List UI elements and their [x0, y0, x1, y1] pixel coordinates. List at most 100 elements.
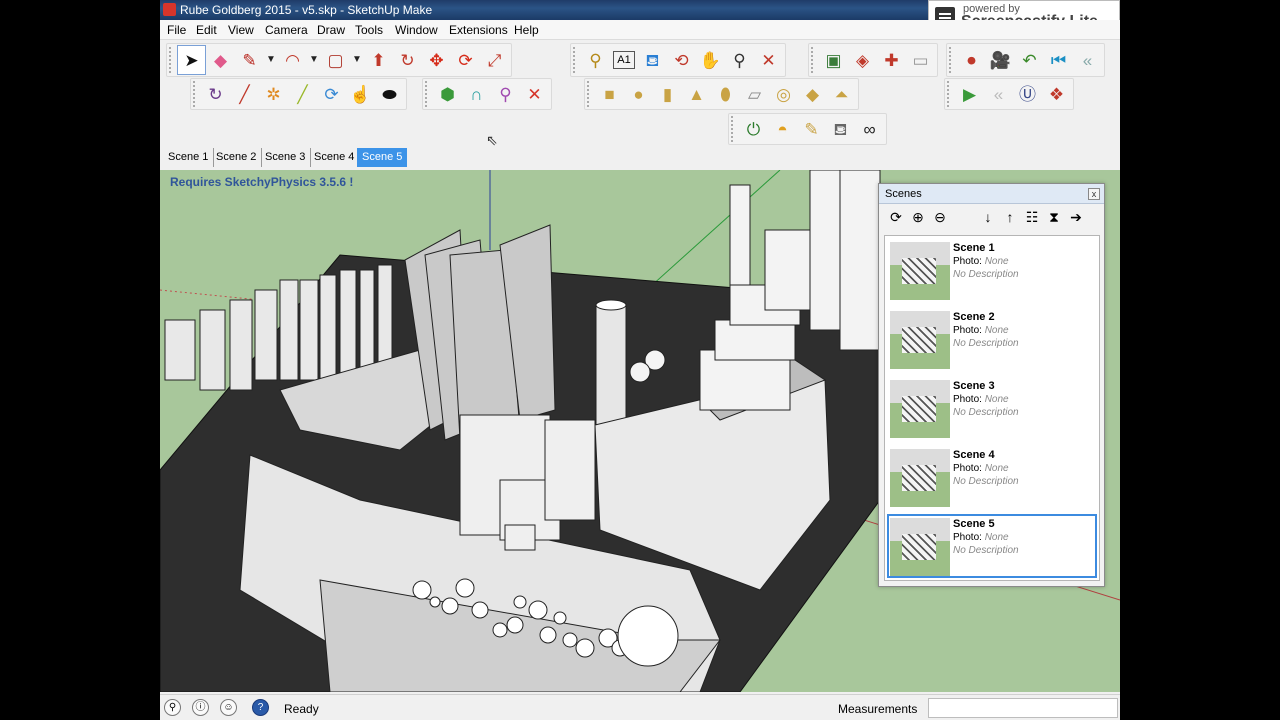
line-dropdown-icon[interactable]: ▼ — [264, 45, 278, 75]
push-pull-tool-icon[interactable]: ⬆ — [364, 45, 393, 75]
box-shape-icon[interactable]: ■ — [595, 79, 624, 109]
wedge-shape-icon[interactable]: ◆ — [798, 79, 827, 109]
scene-item-4[interactable]: Scene 4 Photo: None No Description — [887, 445, 1097, 509]
view-options-icon[interactable]: ☷ — [1021, 209, 1043, 226]
text-tool-icon[interactable]: A1 — [613, 51, 635, 69]
move-up-icon[interactable]: ↑ — [999, 209, 1021, 225]
previous-icon[interactable]: ⏮ — [1044, 45, 1073, 75]
playback-toolbar: ▶ « Ⓤ ❖ — [944, 78, 1074, 110]
dome-shape-icon[interactable]: ⏶ — [827, 79, 856, 109]
eraser-tool-icon[interactable]: ◆ — [206, 45, 235, 75]
physics-tools-toolbar: ⬢ ∩ ⚲ ✕ — [422, 78, 552, 110]
scene-item-1[interactable]: Scene 1 Photo: None No Description — [887, 238, 1097, 302]
rotate-tool-icon[interactable]: ⟳ — [451, 45, 480, 75]
cone-shape-icon[interactable]: ▲ — [682, 79, 711, 109]
line-tool-icon[interactable]: ✎ — [235, 45, 264, 75]
cylinder-shape-icon[interactable]: ▮ — [653, 79, 682, 109]
menu-edit[interactable]: Edit — [196, 23, 217, 37]
menu-file[interactable]: File — [167, 23, 186, 37]
move-tool-icon[interactable]: ✥ — [422, 45, 451, 75]
remove-scene-icon[interactable]: ⊖ — [929, 209, 951, 226]
menu-window[interactable]: Window — [395, 23, 438, 37]
zoom-tool-icon[interactable]: ⚲ — [725, 45, 754, 75]
refresh-icon[interactable]: ⟳ — [885, 209, 907, 226]
disconnect-icon[interactable]: ✕ — [520, 79, 549, 109]
paint-bucket-tool-icon[interactable]: ⛾ — [638, 45, 667, 75]
warehouse-icon[interactable]: ▣ — [819, 45, 848, 75]
move-down-icon[interactable]: ↓ — [977, 209, 999, 225]
plane-shape-icon[interactable]: ▱ — [740, 79, 769, 109]
close-icon[interactable]: x — [1088, 188, 1100, 200]
menu-camera[interactable]: Camera — [265, 23, 308, 37]
scenes-panel-title: Scenes — [885, 188, 922, 200]
menu-tools[interactable]: Tools — [355, 23, 383, 37]
sphere-shape-icon[interactable]: ● — [624, 79, 653, 109]
connect-icon[interactable]: ⚲ — [491, 79, 520, 109]
expand-icon[interactable]: ➔ — [1065, 209, 1087, 226]
follow-me-tool-icon[interactable]: ↻ — [393, 45, 422, 75]
power-icon[interactable]: ⏻ — [739, 114, 768, 144]
scene-item-3[interactable]: Scene 3 Photo: None No Description — [887, 376, 1097, 440]
arc-tool-icon[interactable]: ◠ — [278, 45, 307, 75]
select-tool-icon[interactable]: ➤ — [177, 45, 206, 75]
details-icon[interactable]: ⧗ — [1043, 209, 1065, 226]
user-icon[interactable]: ☺ — [220, 699, 237, 716]
menu-help[interactable]: Help — [514, 23, 539, 37]
add-scene-icon[interactable]: ⊕ — [907, 209, 929, 226]
zoom-extents-tool-icon[interactable]: ✕ — [754, 45, 783, 75]
rectangle-tool-icon[interactable]: ▢ — [321, 45, 350, 75]
photo-value: None — [984, 532, 1009, 543]
tape-measure-tool-icon[interactable]: ⚲ — [581, 45, 610, 75]
joint-piston-icon[interactable]: ╱ — [288, 79, 317, 109]
physics-settings-icon[interactable]: ❖ — [1042, 79, 1071, 109]
help-icon[interactable]: ? — [252, 699, 269, 716]
magnet-icon[interactable]: ∩ — [462, 79, 491, 109]
construction-toolbar: ⚲ A1 ⛾ ⟲ ✋ ⚲ ✕ — [570, 43, 786, 77]
scene-item-5[interactable]: Scene 5 Photo: None No Description — [887, 514, 1097, 578]
scale-tool-icon[interactable]: ⤢ — [480, 45, 509, 75]
joint-motor-icon[interactable]: ⟳ — [317, 79, 346, 109]
rewind-icon[interactable]: « — [1073, 45, 1102, 75]
pencil-icon[interactable]: ✎ — [797, 114, 826, 144]
tab-scene-3[interactable]: Scene 3 — [260, 148, 312, 167]
toolbar-grip — [425, 81, 429, 107]
model-viewport[interactable]: Requires SketchyPhysics 3.5.6 ! Scenes x… — [160, 170, 1120, 692]
joint-slider-icon[interactable]: ╱ — [230, 79, 259, 109]
ui-hand-icon[interactable]: ☝ — [346, 79, 375, 109]
tab-scene-4[interactable]: Scene 4 — [309, 148, 361, 167]
extension-warehouse-icon[interactable]: ✚ — [877, 45, 906, 75]
play-icon[interactable]: ▶ — [955, 79, 984, 109]
scene-tabs: Scene 1 Scene 2 Scene 3 Scene 4 Scene 5 — [160, 148, 1120, 167]
pan-tool-icon[interactable]: ✋ — [696, 45, 725, 75]
camera-icon[interactable]: 🎥 — [986, 45, 1015, 75]
solid-icon[interactable]: ⬢ — [433, 79, 462, 109]
ball-icon[interactable]: ⬬ — [375, 79, 404, 109]
tab-scene-5[interactable]: Scene 5 — [357, 148, 408, 167]
joint-spring-icon[interactable]: ✲ — [259, 79, 288, 109]
tab-scene-2[interactable]: Scene 2 — [211, 148, 263, 167]
measurements-input[interactable] — [928, 698, 1118, 718]
joint-hinge-icon[interactable]: ↻ — [201, 79, 230, 109]
rewind-disabled-icon[interactable]: « — [984, 79, 1013, 109]
credits-icon[interactable]: ⓘ — [192, 699, 209, 716]
orbit-tool-icon[interactable]: ⟲ — [667, 45, 696, 75]
layout-icon[interactable]: ▭ — [906, 45, 935, 75]
undo-icon[interactable]: ↶ — [1015, 45, 1044, 75]
menu-extensions[interactable]: Extensions — [449, 23, 508, 37]
geolocation-icon[interactable]: ⚲ — [164, 699, 181, 716]
arc-dropdown-icon[interactable]: ▼ — [307, 45, 321, 75]
menu-draw[interactable]: Draw — [317, 23, 345, 37]
record-icon[interactable]: ⏺ — [957, 45, 986, 75]
scene-photo-line: Photo: None — [953, 325, 1009, 336]
capsule-shape-icon[interactable]: ⬮ — [711, 79, 740, 109]
scene-item-2[interactable]: Scene 2 Photo: None No Description — [887, 307, 1097, 371]
binoculars-icon[interactable]: ∞ — [855, 114, 884, 144]
bucket-icon[interactable]: ⛾ — [826, 114, 855, 144]
sun-icon[interactable]: ◓ — [768, 114, 797, 144]
ui-icon[interactable]: Ⓤ — [1013, 79, 1042, 109]
torus-shape-icon[interactable]: ◎ — [769, 79, 798, 109]
rectangle-dropdown-icon[interactable]: ▼ — [350, 45, 364, 75]
menu-view[interactable]: View — [228, 23, 254, 37]
share-model-icon[interactable]: ◈ — [848, 45, 877, 75]
tab-scene-1[interactable]: Scene 1 — [163, 148, 215, 167]
